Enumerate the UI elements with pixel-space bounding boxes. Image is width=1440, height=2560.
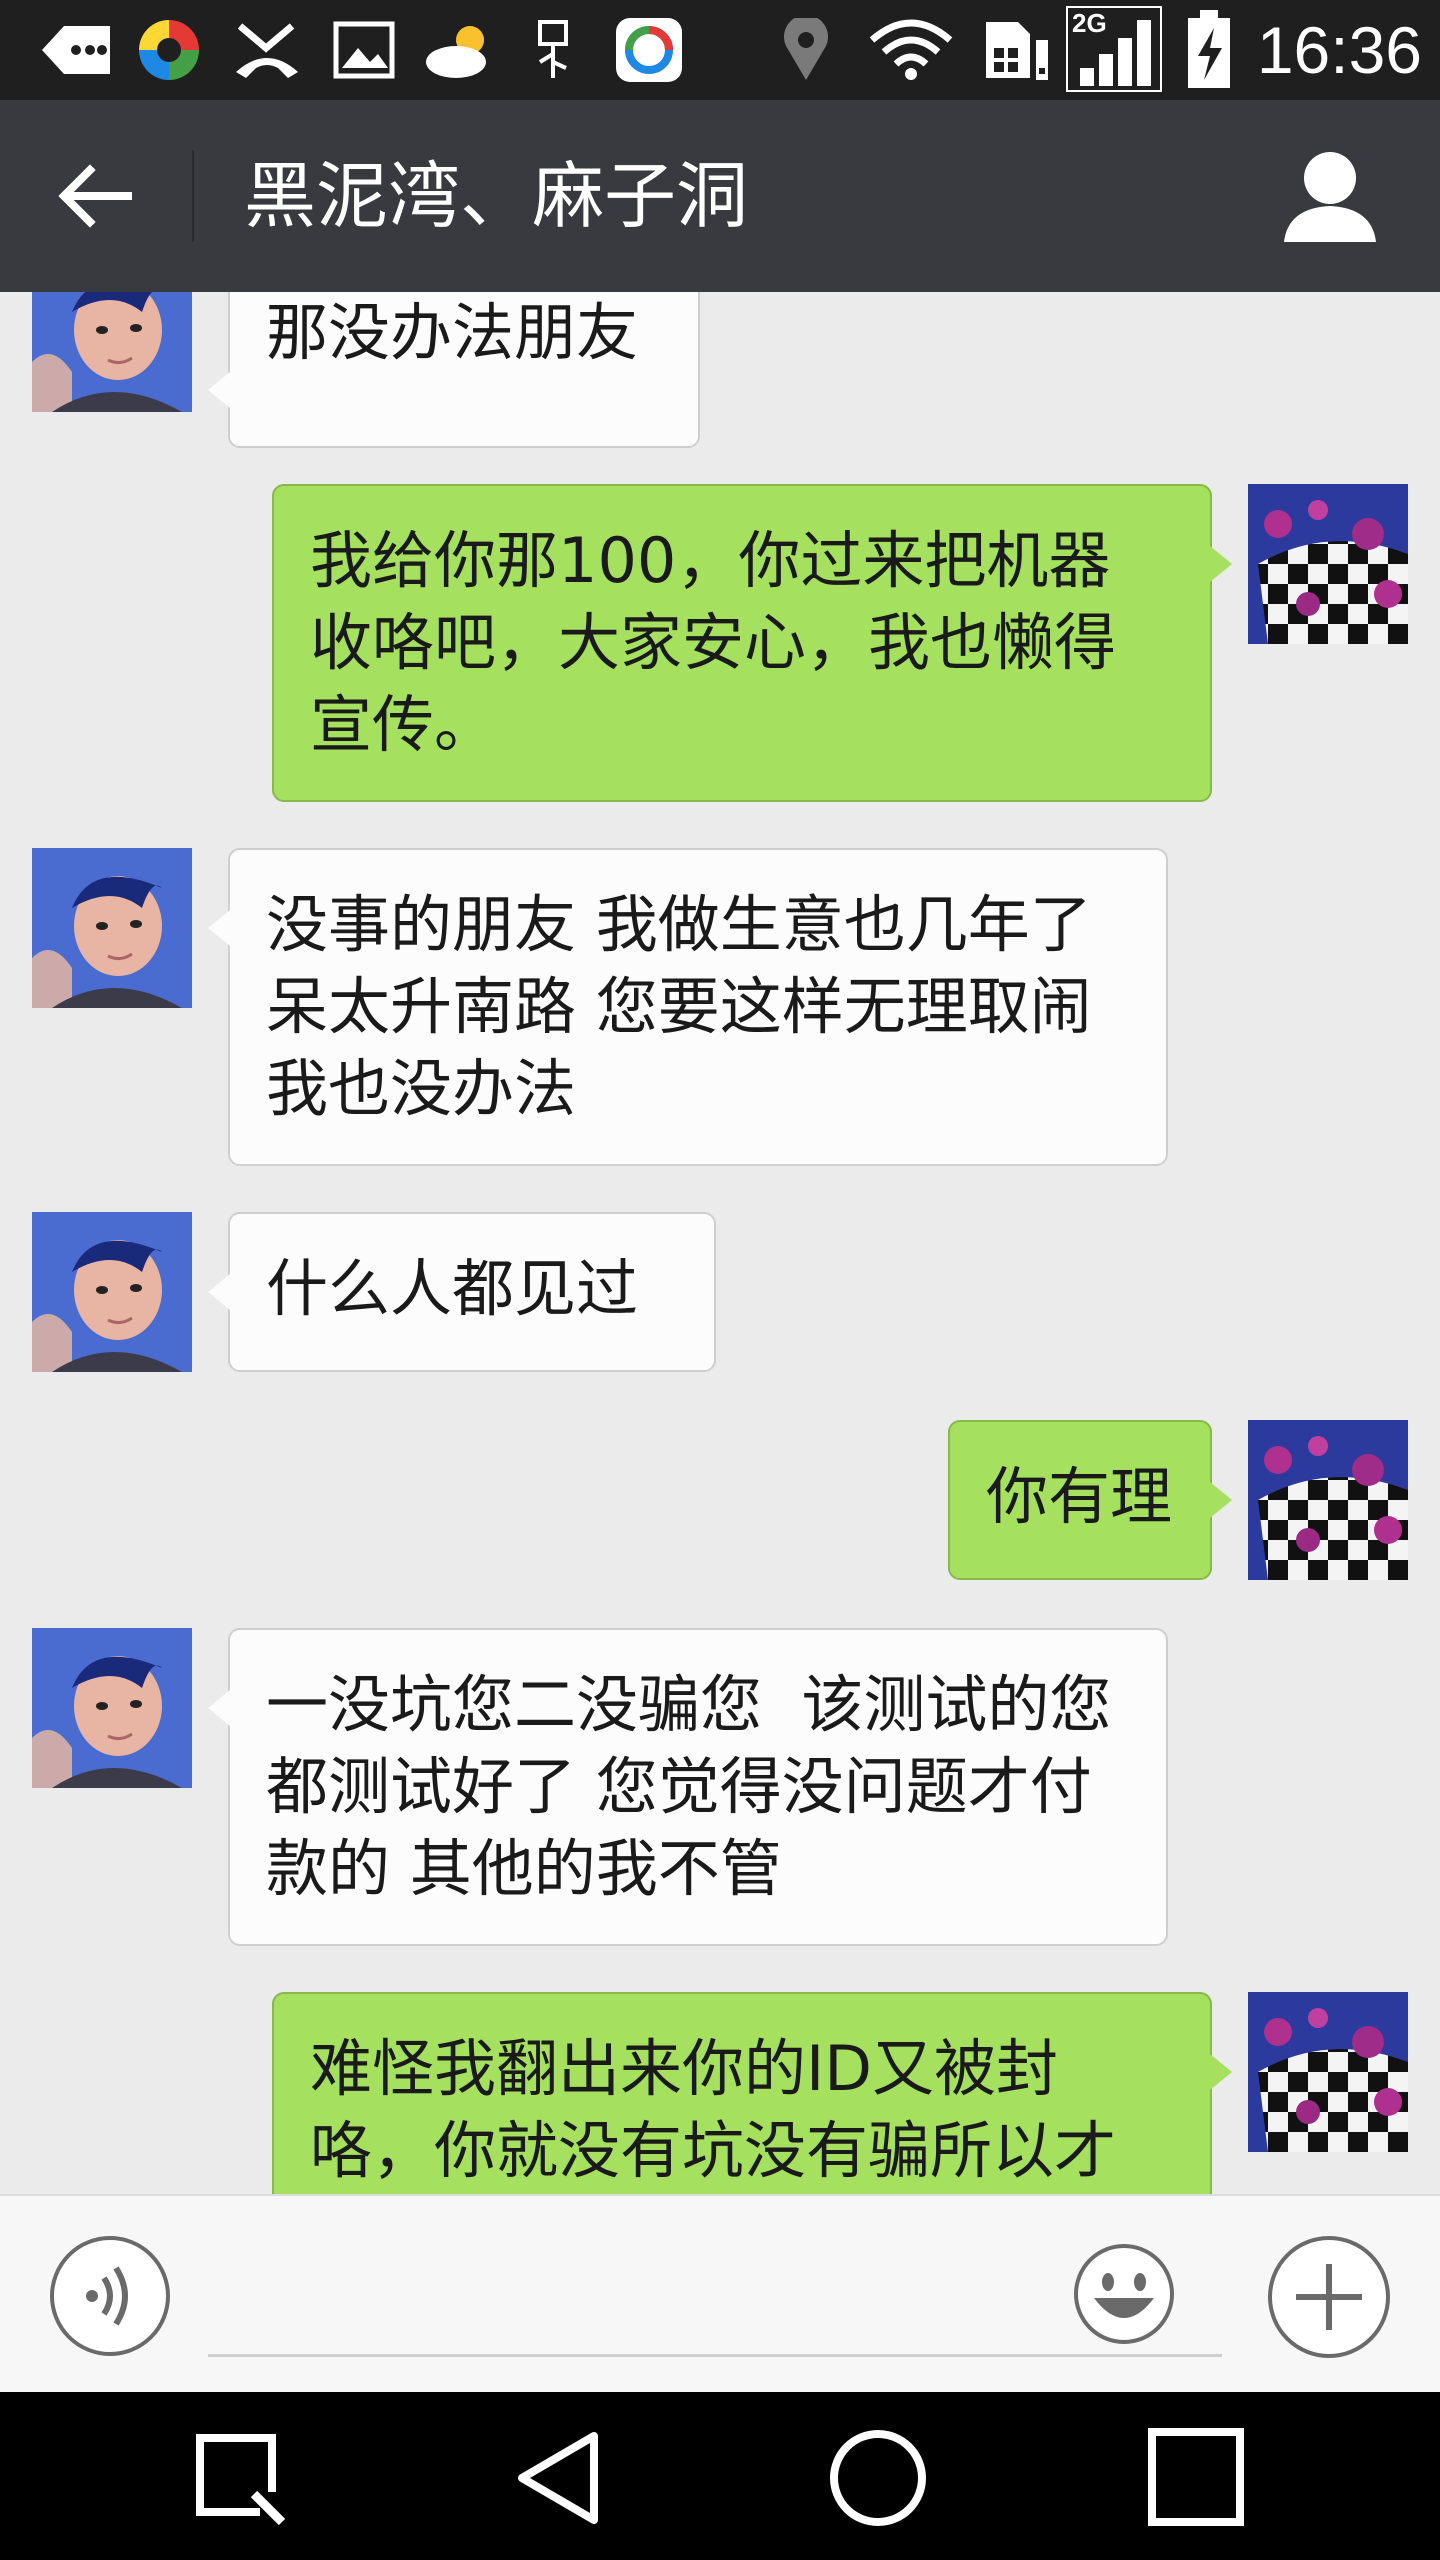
contact-avatar[interactable] xyxy=(32,1212,192,1372)
message-input[interactable] xyxy=(208,2216,1222,2357)
message-text: 没事的朋友 我做生意也几年了 xyxy=(266,888,1092,961)
message-bubble[interactable]: 什么人都见过 xyxy=(228,1212,716,1372)
voice-icon[interactable] xyxy=(48,2234,172,2358)
chat-message-list[interactable]: 那没办法朋友我给你那100，你过来把机器 收咯吧，大家安心，我也懒得 宣传。没事的朋… xyxy=(0,292,1440,2194)
battery-charging-icon xyxy=(1188,10,1230,88)
message-text: 收咯吧，大家安心，我也懒得 xyxy=(310,606,1117,679)
location-icon xyxy=(784,18,828,80)
message-text: 我给你那100，你过来把机器 xyxy=(310,524,1111,597)
my-avatar[interactable] xyxy=(1248,1420,1408,1580)
bubble-tail xyxy=(1210,2054,1232,2090)
bubble-tail xyxy=(208,1274,230,1310)
bubble-tail xyxy=(208,910,230,946)
chat-title: 黑泥湾、麻子洞 xyxy=(244,154,749,238)
message-bubble[interactable]: 你有理 xyxy=(948,1420,1212,1580)
action-bar: 黑泥湾、麻子洞 xyxy=(0,100,1440,292)
message-text: 你有理 xyxy=(986,1460,1173,1533)
home-circle-icon[interactable] xyxy=(818,2428,938,2528)
contact-avatar[interactable] xyxy=(32,1628,192,1788)
message-text: 呆太升南路 您要这样无理取闹 xyxy=(266,970,1092,1043)
message-text: 都测试好了 您觉得没问题才付 xyxy=(266,1750,1092,1823)
image-icon xyxy=(333,21,395,79)
navigation-bar xyxy=(0,2392,1440,2560)
bubble-tail xyxy=(1210,1482,1232,1518)
message-back-icon xyxy=(42,26,110,74)
arrow-left-icon[interactable] xyxy=(40,140,152,252)
message-text: 我也没办法 xyxy=(266,1052,577,1125)
message-bubble[interactable]: 没事的朋友 我做生意也几年了 呆太升南路 您要这样无理取闹 我也没办法 xyxy=(228,848,1168,1166)
tencent-app-icon xyxy=(616,18,682,82)
message-bubble[interactable]: 那没办法朋友 xyxy=(228,292,700,448)
message-text: 宣传。 xyxy=(310,688,497,761)
message-text: 难怪我翻出来你的ID又被封 xyxy=(310,2032,1059,2105)
weather-cloud-sun-icon xyxy=(426,26,486,78)
message-bubble[interactable]: 我给你那100，你过来把机器 收咯吧，大家安心，我也懒得 宣传。 xyxy=(272,484,1212,802)
wifi-icon xyxy=(869,19,953,80)
status-time: 16:36 xyxy=(1256,13,1422,87)
smiley-icon[interactable] xyxy=(1072,2242,1176,2346)
message-text: 款的 其他的我不管 xyxy=(266,1832,782,1905)
missed-call-icon xyxy=(236,23,298,78)
message-text: 那没办法朋友 xyxy=(266,296,639,369)
colorful-app-icon xyxy=(139,20,199,80)
usb-icon xyxy=(538,20,568,78)
status-bar: 2G 16:36 xyxy=(0,0,1440,100)
plus-icon[interactable] xyxy=(1266,2234,1392,2360)
signal-icon xyxy=(1080,20,1151,86)
input-bar xyxy=(0,2194,1440,2394)
bubble-tail xyxy=(1210,546,1232,582)
contact-avatar[interactable] xyxy=(32,292,192,412)
sim-alert-icon xyxy=(986,22,1048,80)
signal-indicator: 2G xyxy=(1066,6,1162,92)
header-divider xyxy=(192,150,194,242)
my-avatar[interactable] xyxy=(1248,1992,1408,2152)
bubble-tail xyxy=(208,372,230,408)
bubble-tail xyxy=(208,1690,230,1726)
message-text: 咯，你就没有坑没有骗所以才 xyxy=(310,2114,1117,2187)
message-bubble[interactable]: 难怪我翻出来你的ID又被封 咯，你就没有坑没有骗所以才 xyxy=(272,1992,1212,2194)
person-icon[interactable] xyxy=(1270,142,1390,252)
search-square-icon[interactable] xyxy=(184,2428,304,2528)
back-triangle-icon[interactable] xyxy=(504,2428,624,2528)
message-text: 什么人都见过 xyxy=(266,1252,639,1325)
message-bubble[interactable]: 一没坑您二没骗您 该测试的您 都测试好了 您觉得没问题才付 款的 其他的我不管 xyxy=(228,1628,1168,1946)
contact-avatar[interactable] xyxy=(32,848,192,1008)
recents-square-icon[interactable] xyxy=(1136,2428,1256,2528)
message-text: 一没坑您二没骗您 该测试的您 xyxy=(266,1668,1112,1741)
my-avatar[interactable] xyxy=(1248,484,1408,644)
